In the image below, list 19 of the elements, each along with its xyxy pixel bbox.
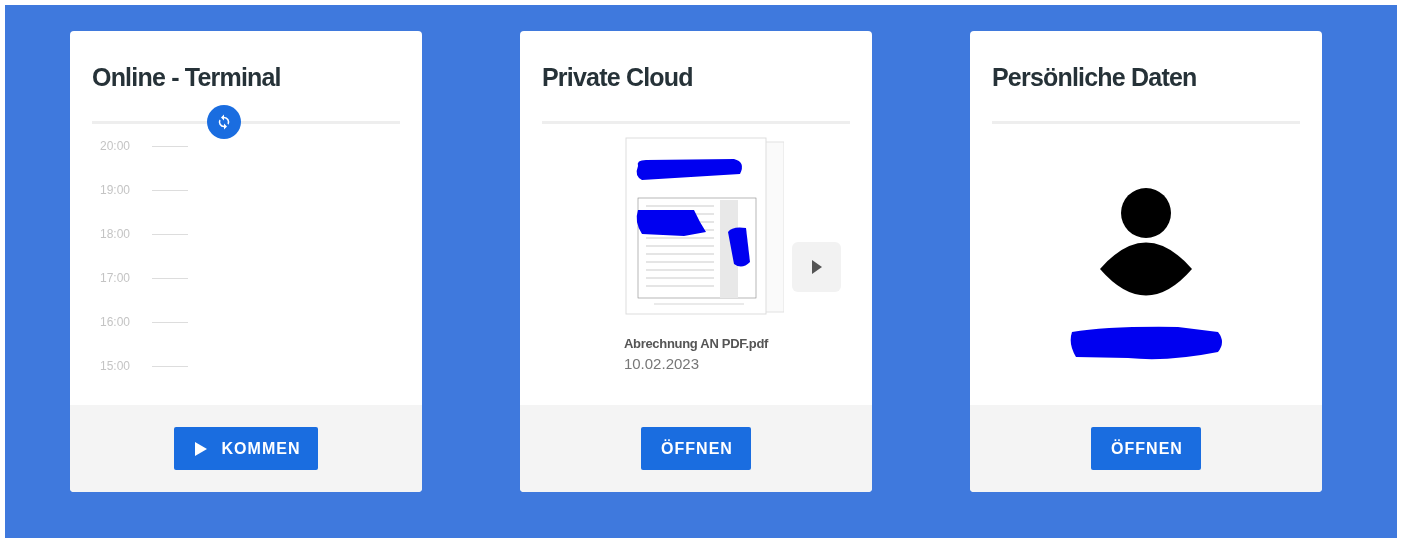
next-button[interactable]: [792, 242, 841, 292]
play-icon: [193, 440, 208, 457]
time-label: 17:00: [100, 271, 132, 285]
file-date: 10.02.2023: [623, 355, 700, 372]
play-icon: [810, 259, 823, 275]
action-button[interactable]: KOMMEN: [173, 427, 319, 470]
action-button[interactable]: ÖFFNEN: [641, 427, 751, 470]
time-label: 15:00: [100, 359, 132, 373]
time-label: 16:00: [100, 315, 132, 329]
time-label: 19:00: [100, 183, 132, 197]
card-title: Private Cloud: [542, 62, 694, 93]
time-label: 18:00: [100, 227, 132, 241]
time-label: 20:00: [100, 139, 132, 153]
refresh-button[interactable]: [207, 105, 241, 139]
card-title: Online - Terminal: [92, 62, 282, 93]
action-button[interactable]: ÖFFNEN: [1091, 427, 1201, 470]
file-name: Abrechnung AN PDF.pdf: [623, 336, 769, 351]
person-icon: [1098, 188, 1194, 298]
card-title: Persönliche Daten: [992, 62, 1198, 93]
